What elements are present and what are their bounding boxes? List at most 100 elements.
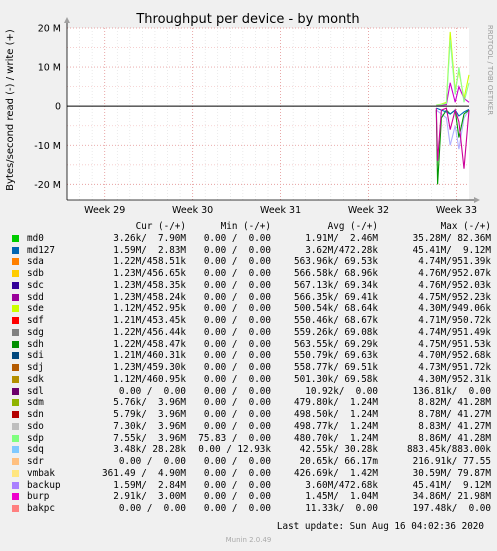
legend-name: md0 [27, 232, 44, 244]
legend-max: 8.86M/ 41.28M [418, 432, 491, 444]
legend-table: Cur (-/+) Min (-/+) Avg (-/+) Max (-/+) … [10, 221, 494, 515]
legend-avg: 500.54k/ 68.64k [294, 303, 378, 315]
legend-name: sdf [27, 315, 44, 326]
legend-row: md127 1.59M/ 2.83M 0.00 / 0.00 3.62M/472.28… [10, 245, 494, 257]
legend-min: 0.00 / 0.00 [203, 456, 271, 467]
legend-max: 136.81k/ 0.00 [412, 385, 491, 397]
legend-min: 0.00 / 12.93k [198, 444, 271, 456]
legend-max: 4.75M/952.23k [418, 291, 491, 303]
legend-max: 45.41M/ 9.12M [412, 244, 491, 256]
legend-name: sdk [27, 373, 44, 385]
legend-avg: 479.80k/ 1.24M [294, 397, 378, 409]
legend-max: 4.75M/951.53k [418, 338, 491, 350]
legend-swatch [12, 411, 19, 418]
legend-max: 4.74M/951.49k [418, 326, 491, 338]
legend-avg: 498.77k/ 1.24M [294, 420, 378, 432]
legend-min: 0.00 / 0.00 [203, 256, 271, 268]
legend-swatch [12, 340, 19, 348]
legend-avg: 20.65k/ 66.17m [299, 456, 378, 467]
legend-max: 4.73M/951.72k [418, 362, 491, 373]
legend-max: 4.74M/951.39k [418, 256, 491, 268]
legend-cur: 1.12M/460.95k [113, 373, 186, 385]
legend-name: sde [27, 303, 44, 315]
legend-name: sda [27, 256, 44, 268]
legend-avg: 558.77k/ 69.51k [294, 362, 378, 373]
legend-name: sdn [27, 409, 44, 420]
legend-min: 0.00 / 0.00 [203, 385, 271, 397]
x-tick-label: Week 33 [436, 205, 477, 215]
legend-max: 4.76M/952.07k [418, 268, 491, 279]
legend-cur: 1.59M/ 2.83M [113, 244, 186, 256]
legend-row: sda 1.22M/458.51k 0.00 / 0.00 563.96k/ 69.5… [10, 256, 494, 268]
legend-avg: 559.26k/ 69.08k [294, 326, 378, 338]
legend-row: sde 1.12M/452.95k 0.00 / 0.00 500.54k/ 68.6… [10, 303, 494, 315]
legend-avg: 550.79k/ 69.63k [294, 350, 378, 362]
x-tick-label: Week 30 [172, 205, 213, 215]
last-update: Last update: Sun Aug 16 04:02:36 2020 [276, 521, 484, 532]
legend-max: 8.78M/ 41.27M [418, 409, 491, 420]
legend-cur: 1.12M/452.95k [113, 303, 186, 315]
legend-name: sdg [27, 326, 44, 338]
legend-max: 8.83M/ 41.27M [418, 420, 491, 432]
legend-name: backup [27, 479, 61, 491]
legend-name: sdr [27, 456, 44, 467]
legend-max: 45.41M/ 9.12M [412, 479, 491, 491]
legend-swatch [12, 493, 19, 501]
legend-avg: 10.92k/ 0.00 [305, 385, 378, 397]
legend-swatch [12, 281, 19, 289]
x-tick-label: Week 32 [348, 205, 389, 215]
legend-min: 0.00 / 0.00 [203, 409, 271, 420]
legend-row: bakpc 0.00 / 0.00 0.00 / 0.00 11.33k/ 0.00 1… [10, 503, 494, 515]
legend-name: vmbak [27, 467, 55, 479]
chart-title: Throughput per device - by month [135, 12, 359, 27]
legend-avg: 566.58k/ 68.96k [294, 268, 378, 279]
legend-cur: 3.48k/ 28.28k [113, 444, 186, 456]
legend-row: sdp 7.55k/ 3.96M 75.83 / 0.00 480.70k/ 1.24… [10, 433, 494, 445]
munin-version: Munin 2.0.49 [225, 536, 272, 544]
legend-name: md127 [27, 244, 55, 256]
legend-cur: 1.23M/458.35k [113, 279, 186, 291]
legend-name: sdi [27, 350, 44, 362]
legend-name: bakpc [27, 503, 55, 514]
legend-min: 0.00 / 0.00 [203, 268, 271, 279]
legend-row: sdl 0.00 / 0.00 0.00 / 0.00 10.92k/ 0.00 136… [10, 386, 494, 398]
legend-cur: 0.00 / 0.00 [118, 456, 186, 467]
legend-max: 4.70M/952.68k [418, 350, 491, 362]
legend-min: 0.00 / 0.00 [203, 373, 271, 385]
legend-avg: 1.91M/ 2.46M [305, 232, 378, 244]
legend-row: sdk 1.12M/460.95k 0.00 / 0.00 501.30k/ 69.5… [10, 374, 494, 386]
legend-min: 0.00 / 0.00 [203, 362, 271, 373]
legend-name: sdd [27, 291, 44, 303]
legend-max: 30.59M/ 79.87M [412, 467, 491, 479]
legend-cur: 1.22M/458.47k [113, 338, 186, 350]
legend-name: sdp [27, 432, 44, 444]
legend-cur: 7.55k/ 3.96M [113, 432, 186, 444]
legend-max: 4.30M/949.06k [418, 303, 491, 315]
y-axis-label: Bytes/second read (-) / write (+) [5, 29, 16, 191]
legend-row: sdr 0.00 / 0.00 0.00 / 0.00 20.65k/ 66.17m 2… [10, 456, 494, 468]
legend-name: sdh [27, 338, 44, 350]
legend-avg: 480.70k/ 1.24M [294, 432, 378, 444]
legend-max: 216.91k/ 77.55 [412, 456, 491, 467]
legend-swatch [12, 458, 19, 465]
x-axis-arrow [474, 197, 480, 203]
legend-swatch [12, 328, 19, 336]
legend-avg: 42.55k/ 30.28k [299, 444, 378, 456]
legend-row: backup 1.59M/ 2.84M 0.00 / 0.00 3.60M/472.6… [10, 480, 494, 492]
legend-avg: 550.46k/ 68.67k [294, 315, 378, 326]
legend-swatch [12, 399, 19, 407]
legend-row: sdm 5.76k/ 3.96M 0.00 / 0.00 479.80k/ 1.24M… [10, 397, 494, 409]
legend-max: 35.28M/ 82.36M [412, 232, 491, 244]
legend-max: 8.82M/ 41.28M [418, 397, 491, 409]
legend-cur: 2.91k/ 3.00M [113, 491, 186, 503]
legend-row: sdc 1.23M/458.35k 0.00 / 0.00 567.13k/ 69.3… [10, 280, 494, 292]
legend-min: 0.00 / 0.00 [203, 303, 271, 315]
legend-min: 0.00 / 0.00 [203, 315, 271, 326]
legend-avg: 563.96k/ 69.53k [294, 256, 378, 268]
x-tick-label: Week 31 [260, 205, 301, 215]
legend-min: 0.00 / 0.00 [203, 338, 271, 350]
legend-name: sdm [27, 397, 44, 409]
y-tick-label: -10 M [34, 141, 61, 152]
legend-row: sdn 5.79k/ 3.96M 0.00 / 0.00 498.50k/ 1.24M… [10, 409, 494, 421]
rrdtool-credit: RRDTOOL / TOBI OETIKER [486, 25, 494, 115]
